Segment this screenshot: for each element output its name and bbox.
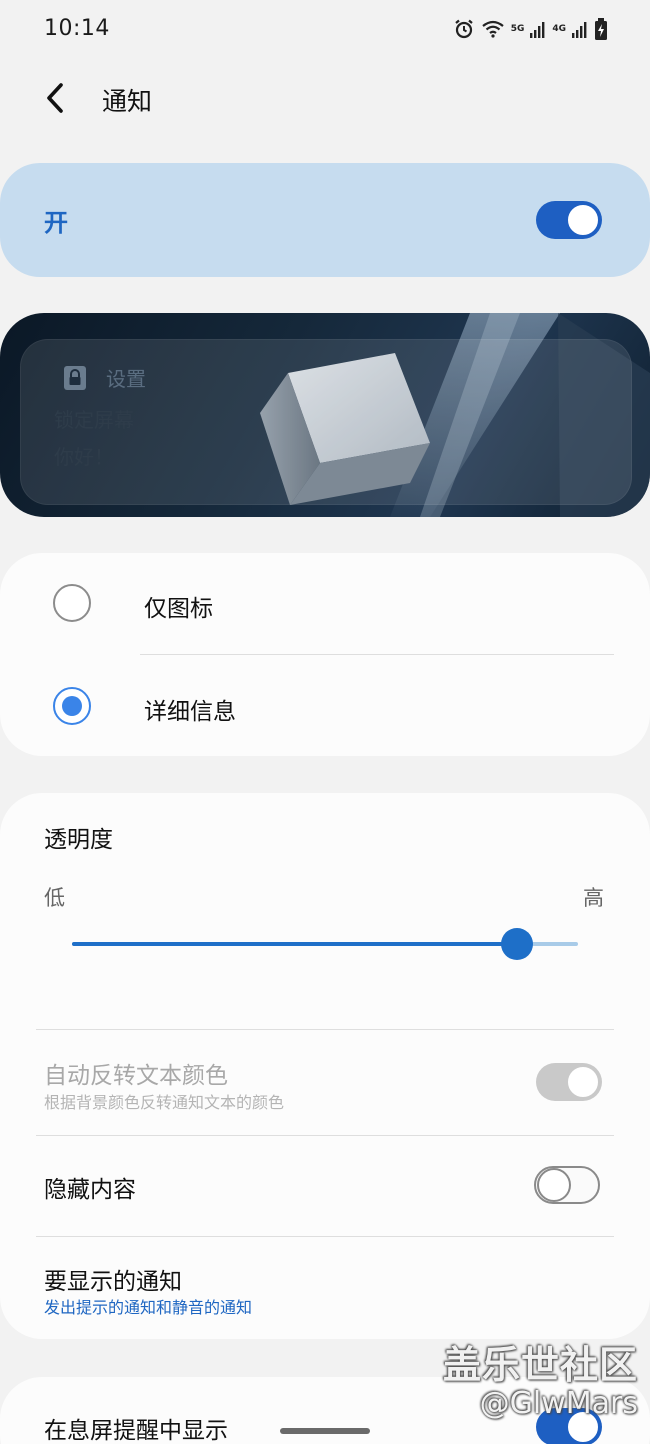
divider <box>140 654 614 655</box>
notifications-to-show-subtitle: 发出提示的通知和静音的通知 <box>44 1298 253 1317</box>
preview-title: 锁定屏幕 <box>54 408 134 432</box>
watermark-community: 盖乐世社区 <box>442 1343 638 1387</box>
radio-detailed-label[interactable]: 详细信息 <box>144 692 236 726</box>
radio-icons-only[interactable] <box>53 584 91 622</box>
notifications-to-show-title[interactable]: 要显示的通知 <box>44 1262 182 1296</box>
auto-invert-subtitle: 根据背景颜色反转通知文本的颜色 <box>44 1093 285 1112</box>
auto-invert-title: 自动反转文本颜色 <box>44 1063 228 1089</box>
master-switch-label: 开 <box>44 209 68 237</box>
watermark-username: @GlwMars <box>479 1386 638 1421</box>
transparency-slider[interactable] <box>72 928 578 960</box>
radio-detailed[interactable] <box>53 687 91 725</box>
master-switch-toggle[interactable] <box>536 201 602 239</box>
back-button[interactable] <box>34 76 78 120</box>
master-switch-row[interactable]: 开 <box>0 163 650 277</box>
lock-icon <box>64 364 86 390</box>
divider <box>36 1135 614 1136</box>
divider <box>36 1029 614 1030</box>
status-icons: 5G 4G <box>453 16 608 42</box>
header: 通知 <box>0 70 650 126</box>
auto-invert-toggle[interactable] <box>536 1063 602 1101</box>
signal-icon <box>530 20 546 38</box>
network-5g-label: 5G <box>510 23 525 34</box>
alarm-icon <box>453 18 475 40</box>
transparency-slider-fill <box>72 942 518 946</box>
hide-content-title[interactable]: 隐藏内容 <box>44 1170 136 1204</box>
page-title: 通知 <box>102 87 153 116</box>
transparency-low-label: 低 <box>44 886 65 910</box>
radio-icons-only-label[interactable]: 仅图标 <box>144 589 213 623</box>
battery-charging-icon <box>594 18 608 40</box>
status-bar: 10:14 5G 4G <box>0 0 650 60</box>
home-indicator[interactable] <box>280 1428 370 1434</box>
hide-content-toggle[interactable] <box>534 1166 600 1204</box>
signal-icon <box>572 20 588 38</box>
wifi-icon <box>481 19 505 39</box>
show-on-aod-title[interactable]: 在息屏提醒中显示 <box>44 1411 228 1444</box>
transparency-high-label: 高 <box>583 886 604 910</box>
status-time: 10:14 <box>44 16 110 41</box>
divider <box>36 1236 614 1237</box>
network-4g-label: 4G <box>552 23 566 34</box>
transparency-title: 透明度 <box>44 827 113 853</box>
back-arrow-icon <box>47 83 63 113</box>
preview-app-name: 设置 <box>106 367 146 391</box>
preview-body: 你好！ <box>54 445 114 469</box>
